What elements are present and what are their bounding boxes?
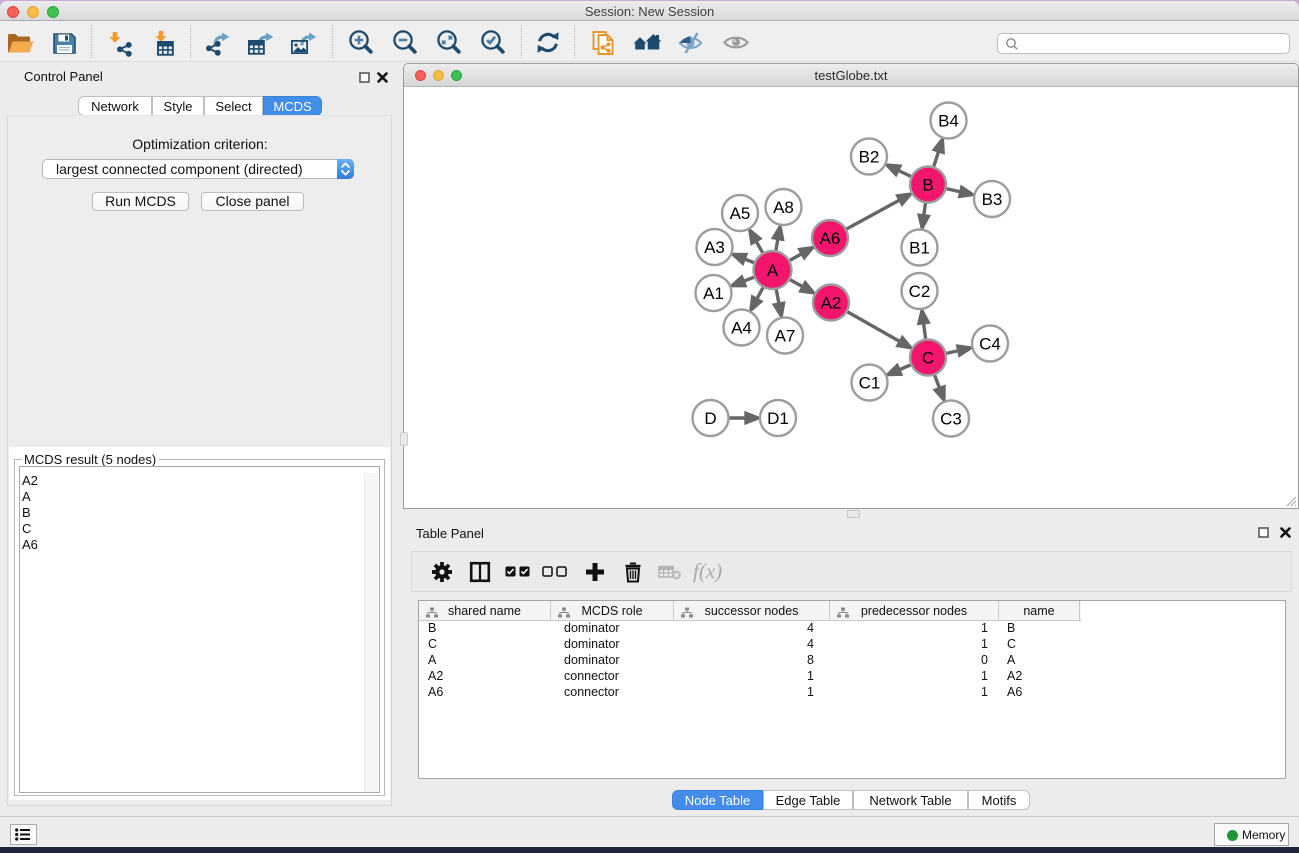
svg-text:C3: C3 [940, 410, 962, 429]
svg-text:A6: A6 [820, 229, 841, 248]
svg-text:B1: B1 [909, 239, 930, 258]
svg-text:A5: A5 [730, 204, 751, 223]
svg-text:C1: C1 [859, 374, 881, 393]
svg-text:A4: A4 [731, 319, 752, 338]
svg-text:A3: A3 [704, 238, 725, 257]
svg-text:B3: B3 [982, 190, 1003, 209]
svg-text:D: D [704, 409, 716, 428]
svg-text:A2: A2 [821, 294, 842, 313]
svg-text:B: B [922, 176, 933, 195]
svg-text:C4: C4 [979, 335, 1001, 354]
svg-text:C: C [922, 349, 934, 368]
svg-text:B4: B4 [938, 112, 959, 131]
svg-text:C2: C2 [909, 282, 931, 301]
svg-text:D1: D1 [767, 409, 789, 428]
svg-text:A7: A7 [775, 327, 796, 346]
svg-text:A: A [767, 261, 779, 280]
svg-text:A8: A8 [773, 198, 794, 217]
svg-text:A1: A1 [703, 284, 724, 303]
svg-text:f(x): f(x) [693, 560, 722, 583]
svg-text:B2: B2 [859, 148, 880, 167]
